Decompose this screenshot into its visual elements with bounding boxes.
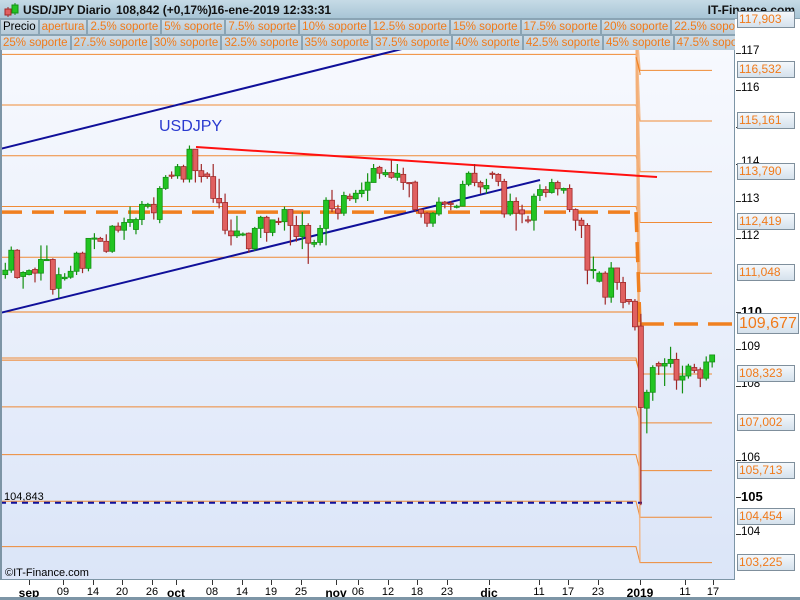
indicator-tab[interactable]: 15% soporte	[449, 19, 521, 35]
indicator-tab[interactable]: 35% soporte	[301, 35, 373, 51]
copyright: ©IT-Finance.com	[5, 567, 89, 579]
indicator-tabs-row-1: Precio apertura 2.5% soporte 5% soporte 7.5%…	[0, 19, 735, 35]
support-level-label: 117,903	[737, 10, 795, 28]
indicator-tab[interactable]: 27.5% soporte	[70, 35, 151, 51]
date-tick	[358, 580, 359, 585]
indicator-tab[interactable]: 20% soporte	[600, 19, 672, 35]
chart-area[interactable]: USDJPY 104,843 ©IT-Finance.com	[0, 50, 735, 580]
datetime: 16-ene-2019 12:33:31	[211, 3, 332, 17]
date-tick	[417, 580, 418, 585]
price-axis-label: 117	[741, 45, 760, 57]
indicator-tab[interactable]: 22.5% soporte	[671, 19, 735, 35]
date-tick	[176, 580, 177, 585]
date-tick	[336, 580, 337, 585]
date-tick	[63, 580, 64, 585]
date-tick	[489, 580, 490, 585]
indicator-tab[interactable]: 45% soporte	[603, 35, 674, 51]
indicator-tab[interactable]: 5% soporte	[161, 19, 226, 35]
support-level-label: 111,048	[737, 264, 795, 282]
indicator-tab[interactable]: 32.5% soporte	[221, 35, 302, 51]
support-level-label: 115,161	[737, 112, 795, 130]
indicator-tab[interactable]: apertura	[38, 19, 88, 35]
indicator-tab[interactable]: 2.5% soporte	[87, 19, 162, 35]
date-tick	[212, 580, 213, 585]
chart-symbol-label: USDJPY	[159, 118, 223, 135]
date-tick	[242, 580, 243, 585]
date-tick	[713, 580, 714, 585]
price-axis-label: 112	[741, 230, 760, 242]
date-tick	[93, 580, 94, 585]
price-axis-label: 105	[741, 489, 763, 504]
date-tick	[539, 580, 540, 585]
support-level-label: 116,532	[737, 61, 795, 79]
indicator-tab[interactable]: 47.5% soporte	[673, 35, 735, 51]
symbol: USD/JPY	[23, 3, 75, 17]
indicator-tab[interactable]: Precio	[0, 19, 39, 35]
apertura-price-label: 109,677	[737, 312, 799, 334]
date-tick	[447, 580, 448, 585]
title-bar: USD/JPY Diario 108,842 (+0,17%) 16-ene-2…	[0, 0, 800, 19]
date-tick	[685, 580, 686, 585]
date-tick	[640, 580, 641, 585]
price-axis-label: 109	[741, 341, 761, 353]
date-tick	[388, 580, 389, 585]
date-tick	[301, 580, 302, 585]
indicator-tab[interactable]: 12.5% soporte	[369, 19, 450, 35]
price-axis-label: 104	[741, 526, 761, 538]
indicator-tab[interactable]: 10% soporte	[299, 19, 370, 35]
support-level-label: 113,790	[737, 162, 795, 180]
candlestick-logo-icon	[4, 3, 19, 17]
indicator-tab[interactable]: 30% soporte	[150, 35, 222, 51]
date-tick	[271, 580, 272, 585]
support-level-label: 112,419	[737, 213, 795, 231]
date-tick	[122, 580, 123, 585]
support-level-label: 103,225	[737, 553, 795, 571]
support-level-label: 104,454	[737, 508, 795, 526]
date-tick	[152, 580, 153, 585]
indicator-tabs-row-2: 25% soporte 27.5% soporte 30% soporte 32.5%…	[0, 35, 735, 51]
date-tick	[568, 580, 569, 585]
support-marker-label: 104,843	[4, 491, 44, 503]
indicator-tab[interactable]: 7.5% soporte	[225, 19, 300, 35]
date-tick	[29, 580, 30, 585]
support-level-label: 107,002	[737, 413, 795, 431]
indicator-tab[interactable]: 40% soporte	[452, 35, 523, 51]
indicator-tab[interactable]: 42.5% soporte	[522, 35, 603, 51]
indicator-tab[interactable]: 25% soporte	[0, 35, 71, 51]
support-level-label: 105,713	[737, 461, 795, 479]
date-tick	[598, 580, 599, 585]
price-axis-label: 113	[741, 193, 760, 205]
support-level-label: 108,323	[737, 365, 795, 383]
indicator-tab[interactable]: 17.5% soporte	[520, 19, 601, 35]
period: Diario	[77, 3, 112, 17]
indicator-tab[interactable]: 37.5% soporte	[372, 35, 453, 51]
price-axis-label: 116	[741, 82, 760, 94]
quote: 108,842 (+0,17%)	[116, 3, 212, 17]
